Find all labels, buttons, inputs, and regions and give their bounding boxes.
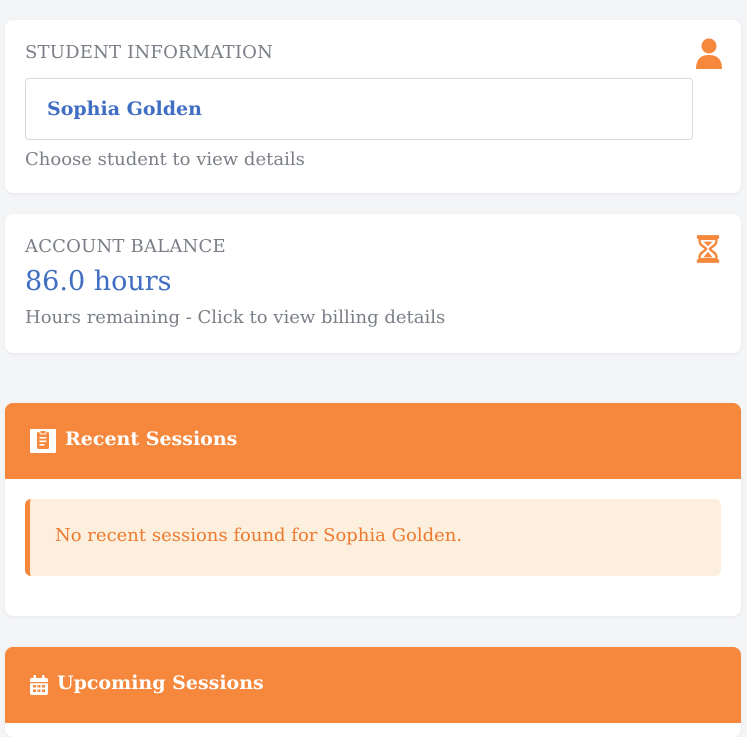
student-help-text: Choose student to view details [25, 149, 305, 170]
calendar-icon [30, 675, 48, 695]
no-sessions-alert: No recent sessions found for Sophia Gold… [25, 499, 721, 576]
upcoming-sessions-panel: Upcoming Sessions [5, 647, 741, 737]
student-select-value: Sophia Golden [47, 98, 202, 120]
student-information-title: STUDENT INFORMATION [25, 42, 274, 63]
clipboard-icon [30, 429, 56, 453]
account-balance-title: ACCOUNT BALANCE [25, 236, 226, 257]
billing-details-link[interactable]: Hours remaining - Click to view billing … [25, 307, 445, 328]
recent-sessions-panel: Recent Sessions No recent sessions found… [5, 403, 741, 616]
account-balance-value: 86.0 hours [25, 266, 172, 297]
user-icon [696, 38, 722, 69]
account-balance-card[interactable]: ACCOUNT BALANCE 86.0 hours Hours remaini… [5, 214, 741, 353]
recent-sessions-header: Recent Sessions [5, 403, 741, 479]
upcoming-sessions-title: Upcoming Sessions [57, 672, 264, 694]
recent-sessions-title: Recent Sessions [65, 428, 238, 450]
hourglass-icon [696, 235, 720, 263]
upcoming-sessions-header: Upcoming Sessions [5, 647, 741, 723]
student-select[interactable]: Sophia Golden [25, 78, 693, 140]
no-sessions-message: No recent sessions found for Sophia Gold… [55, 525, 463, 546]
student-information-card: STUDENT INFORMATION Sophia Golden Choose… [5, 20, 741, 193]
